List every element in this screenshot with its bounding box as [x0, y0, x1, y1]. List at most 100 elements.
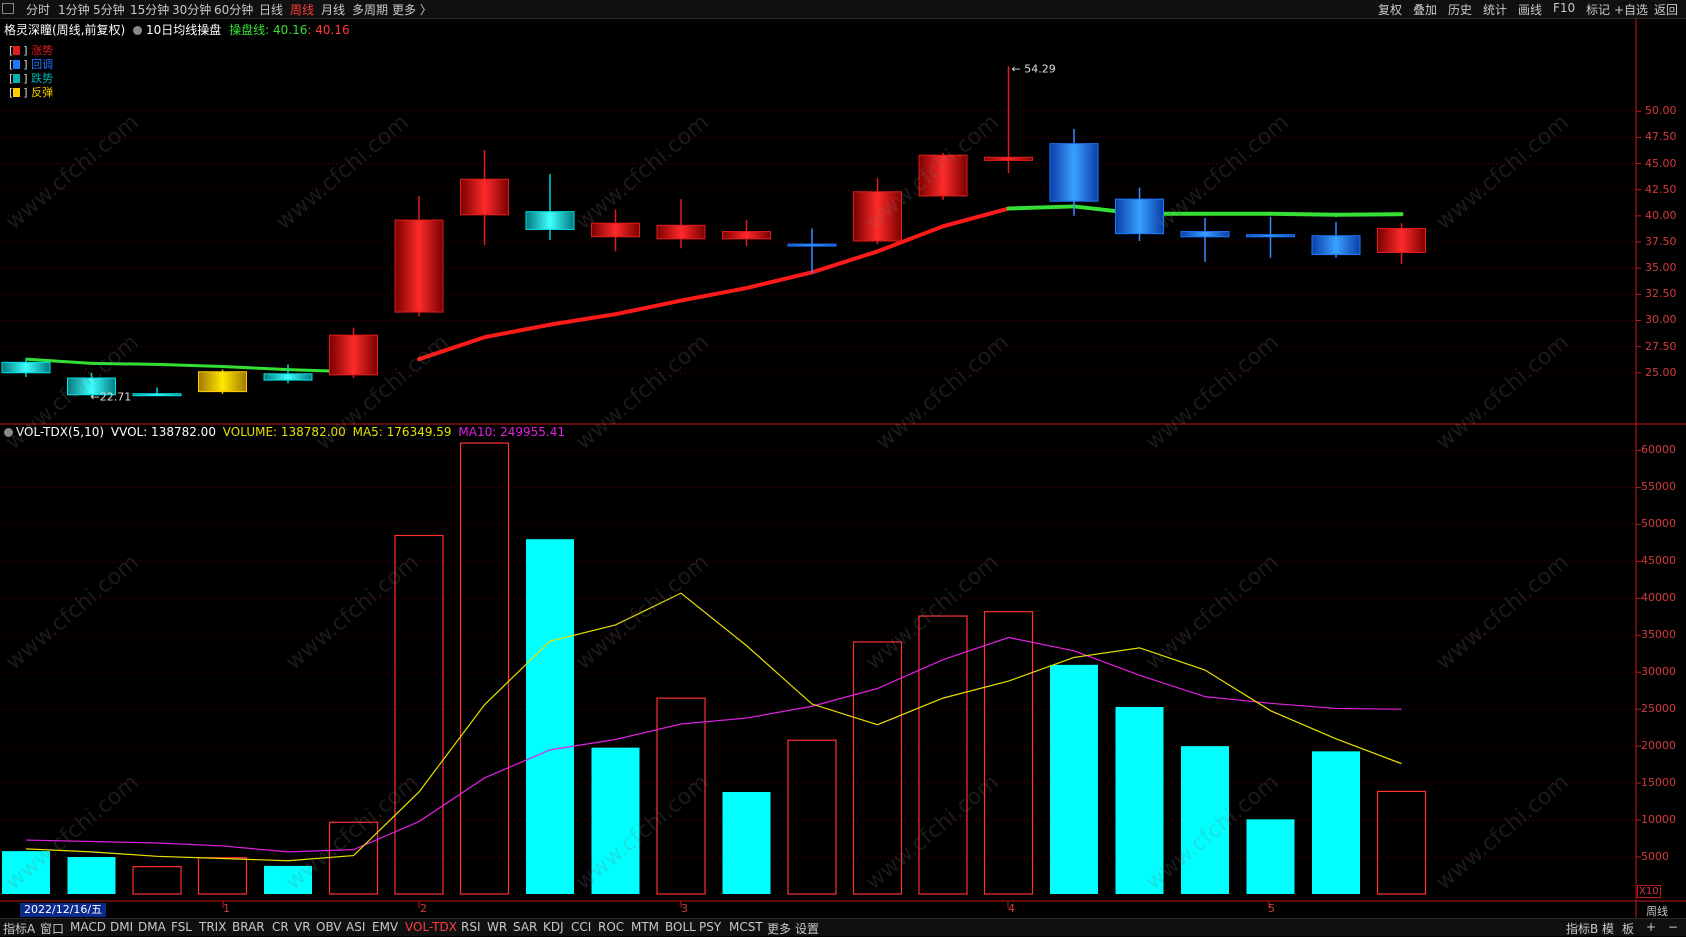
bottom-right-button[interactable]: −: [1668, 920, 1678, 934]
indicator-tab-bar: 指标A 窗口 MACD DMI DMA FSL TRIX BRAR CR VR OBV ASI EMV V…: [0, 918, 1686, 936]
indicator-tab[interactable]: 指标A: [3, 920, 35, 937]
volume-bar: [197, 857, 248, 895]
indicator-tab[interactable]: DMI: [110, 920, 133, 934]
price-tick-label: 32.50: [1645, 287, 1677, 301]
ma-line-segment: [941, 206, 1011, 229]
volume-bar: [1050, 664, 1098, 894]
ma-line-segment: [1334, 212, 1404, 217]
price-tick-label: 27.50: [1645, 339, 1677, 353]
x-axis-mark: 3: [681, 902, 688, 915]
vvol-value: VVOL: 138782.00: [110, 425, 216, 439]
candle-body: [1180, 231, 1230, 238]
x-axis-mark: 4: [1008, 902, 1015, 915]
indicator-tab[interactable]: TRIX: [199, 920, 226, 934]
candle-body: [1246, 234, 1295, 238]
candle-body: [263, 373, 313, 381]
price-tick-label: 50.00: [1645, 104, 1677, 118]
price-tick-label: 42.50: [1645, 182, 1677, 196]
x-axis-mark: 2: [420, 902, 427, 915]
volume-tick-label: 15000: [1641, 776, 1676, 790]
indicator-tab[interactable]: OBV: [316, 920, 342, 934]
ma-line-segment: [482, 322, 552, 340]
date-label: 2022/12/16/五: [20, 903, 107, 917]
ma10-value: MA10: 249955.41: [458, 425, 565, 439]
price-tick-label: 47.50: [1645, 130, 1677, 144]
indicator-tab[interactable]: BRAR: [232, 920, 265, 934]
volume-tick-label: 40000: [1641, 591, 1676, 605]
indicator-tab[interactable]: ROC: [598, 920, 624, 934]
ma-line-segment: [1006, 204, 1076, 211]
volume-tick-label: 35000: [1641, 628, 1676, 642]
volume-bar: [328, 821, 379, 895]
bottom-right-button[interactable]: 模: [1602, 920, 1614, 937]
x-axis-mark: 5: [1268, 902, 1275, 915]
indicator-tab[interactable]: 更多: [767, 920, 791, 937]
indicator-tab[interactable]: PSY: [699, 920, 721, 934]
vol-indicator-name[interactable]: VOL-TDX(5,10): [16, 425, 104, 439]
indicator-tab[interactable]: FSL: [171, 920, 192, 934]
volume-tick-label: 50000: [1641, 517, 1676, 531]
candle-body: [198, 371, 247, 393]
volume-settings-icon[interactable]: [4, 428, 13, 437]
volume-bar: [1376, 790, 1427, 895]
indicator-tab[interactable]: ASI: [346, 920, 365, 934]
volume-bar: [1115, 706, 1164, 894]
candle-body: [1, 361, 51, 374]
x-axis-mark: 1: [223, 902, 230, 915]
ma-line-segment: [1268, 211, 1338, 217]
indicator-tab[interactable]: MTM: [631, 920, 659, 934]
volume-bar: [1312, 751, 1360, 894]
indicator-tab[interactable]: RSI: [461, 920, 481, 934]
candle-body: [394, 219, 444, 313]
indicator-tab[interactable]: KDJ: [543, 920, 564, 934]
ma-line-segment: [222, 365, 289, 372]
price-tick-label: 40.00: [1645, 208, 1677, 222]
volume-bar: [394, 534, 444, 895]
indicator-tab[interactable]: SAR: [513, 920, 537, 934]
volume-tick-label: 45000: [1641, 554, 1676, 568]
ma-line-segment: [548, 312, 618, 327]
candle-body: [1049, 143, 1099, 202]
candle-body: [1377, 227, 1426, 253]
candle-body: [1311, 235, 1361, 256]
volume-bar: [132, 866, 182, 895]
ma-line-segment: [91, 361, 158, 366]
price-tick-label: 35.00: [1645, 261, 1677, 275]
volume-tick-label: 55000: [1641, 480, 1676, 494]
volume-bar: [918, 615, 968, 895]
bottom-right-button[interactable]: 板: [1622, 920, 1634, 937]
volume-bar: [264, 865, 312, 894]
period-corner-label: 周线: [1646, 905, 1668, 918]
volume-info-line: VOL-TDX(5,10) VVOL: 138782.00 VOLUME: 13…: [4, 425, 568, 439]
indicator-tab[interactable]: CR: [272, 920, 289, 934]
bottom-right-button[interactable]: +: [1646, 920, 1656, 934]
indicator-tab[interactable]: EMV: [372, 920, 398, 934]
volume-bar: [2, 851, 50, 894]
volume-tick-label: 20000: [1641, 739, 1676, 753]
indicator-tab[interactable]: WR: [487, 920, 507, 934]
candle-body: [1115, 198, 1164, 235]
indicator-tab[interactable]: VR: [294, 920, 311, 934]
low-annotation: ←22.71: [91, 391, 132, 404]
indicator-tab[interactable]: MACD: [70, 920, 106, 934]
volume-bar: [526, 539, 574, 894]
volume-tick-label: 30000: [1641, 665, 1676, 679]
ma-line-segment: [744, 270, 814, 291]
price-tick-label: 30.00: [1645, 313, 1677, 327]
price-tick-label: 45.00: [1645, 156, 1677, 170]
indicator-tab[interactable]: CCI: [571, 920, 591, 934]
candle-body: [591, 222, 640, 238]
ma-line-segment: [810, 249, 880, 275]
volume-value: VOLUME: 138782.00: [222, 425, 346, 439]
bottom-right-button[interactable]: 指标B: [1566, 920, 1598, 937]
indicator-tab[interactable]: 设置: [795, 920, 819, 937]
indicator-tab[interactable]: MCST: [729, 920, 763, 934]
price-tick-label: 25.00: [1645, 365, 1677, 379]
candlestick-chart[interactable]: ← 54.29 ←22.71: [0, 0, 1686, 935]
indicator-tab[interactable]: BOLL: [665, 920, 696, 934]
indicator-tab[interactable]: DMA: [138, 920, 166, 934]
indicator-tab[interactable]: VOL-TDX: [405, 920, 457, 934]
volume-bar: [1246, 819, 1295, 894]
volume-bar: [722, 791, 771, 894]
indicator-tab[interactable]: 窗口: [40, 920, 64, 937]
